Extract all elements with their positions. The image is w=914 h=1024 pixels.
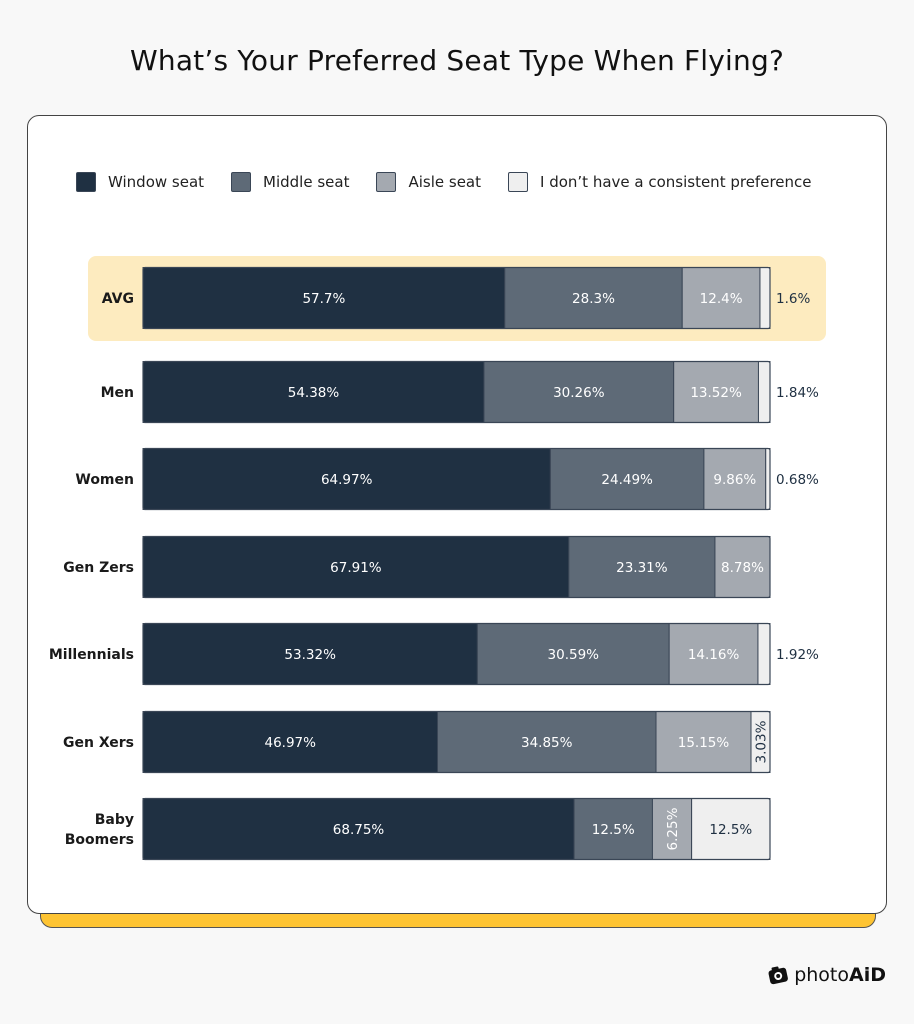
category-label: Boomers xyxy=(65,832,134,848)
bar-segment xyxy=(757,361,771,423)
data-label: 30.26% xyxy=(553,385,605,401)
data-label: 1.6% xyxy=(776,291,810,307)
brand-prefix: photo xyxy=(794,964,849,986)
category-label: Women xyxy=(75,472,134,488)
bar-segment xyxy=(757,623,771,685)
data-label: 12.4% xyxy=(700,291,743,307)
data-label: 12.5% xyxy=(592,822,635,838)
data-label: 14.16% xyxy=(688,647,740,663)
data-label: 68.75% xyxy=(333,822,385,838)
data-label: 34.85% xyxy=(521,735,573,751)
data-label: 28.3% xyxy=(572,291,615,307)
data-label: 30.59% xyxy=(548,647,600,663)
category-label: Millennials xyxy=(49,647,134,663)
data-label: 0.68% xyxy=(776,472,819,488)
data-label: 57.7% xyxy=(302,291,345,307)
data-label: 1.84% xyxy=(776,385,819,401)
data-label: 3.03% xyxy=(754,720,770,763)
data-label: 54.38% xyxy=(288,385,340,401)
data-label: 12.5% xyxy=(709,822,752,838)
category-label: Men xyxy=(101,385,134,401)
bar-segment xyxy=(759,267,771,329)
stacked-bar-chart: AVG 57.7% 28.3% 12.4% 1.6% Men 54.38% 30.26% 13.… xyxy=(49,266,819,861)
data-label: 23.31% xyxy=(616,560,668,576)
brand-logo: photo AiD xyxy=(767,964,886,986)
category-label: Baby xyxy=(95,812,134,828)
data-label: 13.52% xyxy=(690,385,742,401)
data-label: 53.32% xyxy=(284,647,336,663)
data-label: 9.86% xyxy=(713,472,756,488)
data-label: 15.15% xyxy=(678,735,730,751)
data-label: 6.25% xyxy=(665,807,681,850)
category-label: Gen Zers xyxy=(63,560,134,576)
data-label: 64.97% xyxy=(321,472,373,488)
category-label: AVG xyxy=(102,291,134,307)
data-label: 67.91% xyxy=(330,560,382,576)
category-label: Gen Xers xyxy=(63,735,134,751)
camera-icon xyxy=(768,966,789,985)
data-label: 8.78% xyxy=(721,560,764,576)
data-label: 1.92% xyxy=(776,647,819,663)
data-label: 24.49% xyxy=(601,472,653,488)
data-label: 46.97% xyxy=(265,735,317,751)
bar-segment xyxy=(765,448,771,510)
brand-suffix: AiD xyxy=(849,964,886,986)
